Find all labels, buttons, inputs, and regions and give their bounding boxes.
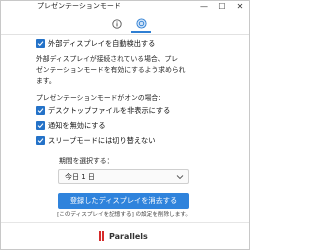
period-label: 期間を選択する：	[59, 157, 114, 165]
title-bar: プレゼンテーションモード — ☐ ✕	[1, 1, 249, 13]
presentation-mode-window: プレゼンテーションモード — ☐ ✕ 外部ディスプレイを自動検出する 外部ディス…	[0, 0, 250, 250]
footer-divider	[1, 222, 249, 223]
auto-detect-label: 外部ディスプレイを自動検出する	[48, 39, 156, 48]
period-selected-value: 今日 1 日	[65, 173, 95, 181]
when-on-heading: プレゼンテーションモードがオンの場合:	[36, 94, 161, 102]
display-icon	[135, 17, 147, 29]
prevent-sleep-checkbox[interactable]: スリープモードには切り替えない	[36, 136, 155, 145]
disable-notifications-label: 通知を無効にする	[48, 121, 106, 130]
auto-detect-description: 外部ディスプレイが接続されている場合、プレ ゼンテーションモードを有効にするよう…	[36, 55, 186, 85]
settings-panel	[1, 34, 249, 35]
parallels-logo: Parallels	[99, 230, 148, 242]
brand-name: Parallels	[109, 231, 148, 241]
close-button[interactable]: ✕	[233, 1, 247, 12]
info-icon	[112, 19, 122, 29]
checkbox-checked-icon	[36, 121, 45, 130]
prevent-sleep-label: スリープモードには切り替えない	[48, 136, 156, 145]
hide-desktop-files-checkbox[interactable]: デスクトップファイルを非表示にする	[36, 106, 170, 115]
hide-desktop-files-label: デスクトップファイルを非表示にする	[48, 106, 171, 115]
tab-info[interactable]	[107, 15, 127, 33]
tab-display[interactable]	[131, 15, 151, 33]
maximize-button[interactable]: ☐	[215, 1, 229, 12]
forget-displays-note: [このディスプレイを記憶する] の設定を削除します。	[57, 212, 191, 218]
window-title: プレゼンテーションモード	[37, 2, 121, 10]
period-select[interactable]: 今日 1 日	[58, 169, 189, 184]
disable-notifications-checkbox[interactable]: 通知を無効にする	[36, 121, 106, 130]
parallels-bars-icon	[99, 231, 104, 241]
checkbox-checked-icon	[36, 106, 45, 115]
auto-detect-checkbox[interactable]: 外部ディスプレイを自動検出する	[36, 39, 155, 48]
chevron-down-icon	[176, 175, 184, 180]
checkbox-checked-icon	[36, 136, 45, 145]
checkbox-checked-icon	[36, 39, 45, 48]
minimize-button[interactable]: —	[197, 1, 211, 12]
forget-displays-button[interactable]: 登録したディスプレイを消去する	[58, 193, 189, 209]
